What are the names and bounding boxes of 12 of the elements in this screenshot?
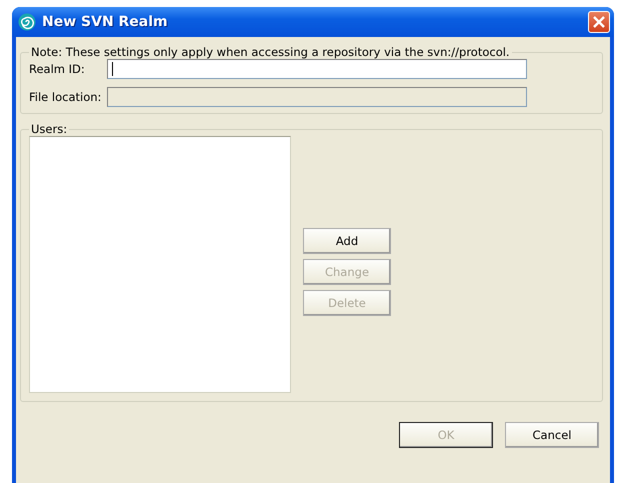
field-label: File location:: [29, 90, 102, 104]
group-legend: Users:: [29, 122, 70, 136]
dialog-button[interactable]: Cancel: [505, 422, 599, 448]
group-legend: Note: These settings only apply when accessing a repository via the svn://protocol.: [29, 45, 512, 59]
field-label: Realm ID:: [29, 62, 86, 76]
user-action-button[interactable]: Add: [303, 228, 391, 254]
swirl-logo-icon: [18, 13, 36, 31]
close-icon: [593, 16, 605, 28]
close-button[interactable]: [588, 11, 610, 33]
text-cursor: [112, 62, 113, 76]
window-title: New SVN Realm: [42, 14, 169, 30]
input-field[interactable]: [107, 59, 527, 79]
